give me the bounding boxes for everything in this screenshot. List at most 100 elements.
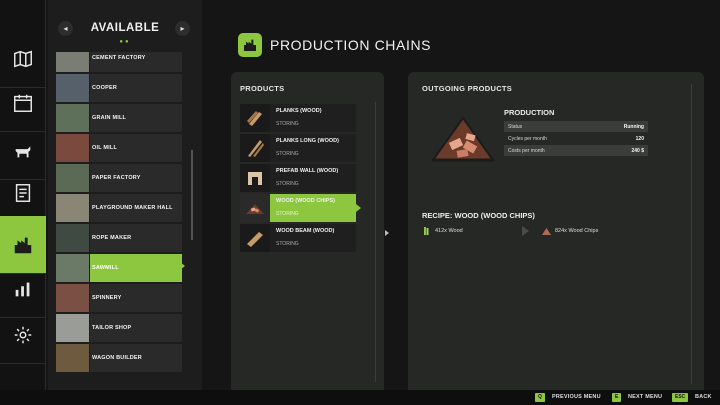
list-item[interactable]: OIL MILL xyxy=(56,134,182,162)
list-item[interactable]: PLAYGROUND MAKER HALL xyxy=(56,194,182,222)
list-item[interactable]: COOPER xyxy=(56,74,182,102)
back-button[interactable]: BACK xyxy=(695,394,712,400)
production-list-panel: ◂ AVAILABLE ▸ ●● CEMENT FACTORY COOPER G… xyxy=(48,0,202,390)
map-icon xyxy=(14,50,32,67)
prefab-wall-icon xyxy=(240,164,270,192)
outgoing-scrollbar[interactable] xyxy=(691,84,692,384)
calendar-icon xyxy=(14,94,32,112)
product-name: PREFAB WALL (WOOD) xyxy=(276,168,339,174)
production-list[interactable]: CEMENT FACTORY COOPER GRAIN MILL OIL MIL… xyxy=(56,52,182,374)
page-title: PRODUCTION CHAINS xyxy=(270,37,432,53)
main-menu-nav xyxy=(0,0,46,405)
next-menu-button[interactable]: NEXT MENU xyxy=(628,394,662,400)
list-item-label: ROPE MAKER xyxy=(92,235,132,241)
product-item[interactable]: PREFAB WALL (WOOD) STORING xyxy=(240,164,356,192)
production-thumbnail xyxy=(56,74,90,102)
planks-long-icon xyxy=(240,134,270,162)
list-item-label: PLAYGROUND MAKER HALL xyxy=(92,205,173,211)
stat-key: Cycles per month xyxy=(508,135,547,142)
product-item[interactable]: PLANKS LONG (WOOD) STORING xyxy=(240,134,356,162)
production-thumbnail xyxy=(56,194,90,222)
product-status: STORING xyxy=(276,151,299,157)
list-item-label: COOPER xyxy=(92,85,118,91)
stat-row-costs: Costs per month 240 $ xyxy=(504,145,648,156)
production-chain-icon xyxy=(238,33,262,57)
production-thumbnail xyxy=(56,284,90,312)
key-esc-badge[interactable]: ESC xyxy=(672,393,689,402)
product-name: WOOD BEAM (WOOD) xyxy=(276,228,335,234)
product-status: STORING xyxy=(276,211,299,217)
nav-settings[interactable] xyxy=(0,306,46,364)
wood-log-icon xyxy=(424,227,429,235)
product-status: STORING xyxy=(276,181,299,187)
list-item[interactable]: TAILOR SHOP xyxy=(56,314,182,342)
selection-arrow xyxy=(356,204,361,212)
recipe-output-label: 824x Wood Chips xyxy=(555,228,599,234)
production-thumbnail xyxy=(56,254,90,282)
chevron-right-icon: ▸ xyxy=(180,24,185,33)
stat-value: Running xyxy=(623,123,644,130)
page-header: PRODUCTION CHAINS xyxy=(238,32,431,58)
settings-icon xyxy=(14,326,32,343)
list-item[interactable]: SPINNERY xyxy=(56,284,182,312)
list-item-label: PAPER FACTORY xyxy=(92,175,141,181)
recipe-arrow-icon xyxy=(522,226,529,236)
stat-key: Costs per month xyxy=(508,147,545,154)
nav-contracts[interactable] xyxy=(0,164,46,222)
stats-icon xyxy=(15,282,30,296)
product-status: STORING xyxy=(276,241,299,247)
stat-value: 240 $ xyxy=(631,147,644,154)
outgoing-label: OUTGOING PRODUCTS xyxy=(422,84,513,93)
recipe-input: 412x Wood xyxy=(422,226,463,236)
list-item-label: WAGON BUILDER xyxy=(92,355,142,361)
page-dots: ●● xyxy=(119,39,131,45)
chevron-right-icon xyxy=(385,230,389,236)
products-panel: PRODUCTS PLANKS (WOOD) STORING PLANKS LO… xyxy=(231,72,384,390)
contract-icon xyxy=(15,183,31,202)
products-scrollbar[interactable] xyxy=(375,102,376,382)
production-thumbnail xyxy=(56,344,90,372)
stat-key: Status xyxy=(508,123,523,130)
production-thumbnail xyxy=(56,104,90,132)
list-item-label: CEMENT FACTORY xyxy=(92,55,146,61)
list-item-label: GRAIN MILL xyxy=(92,115,127,121)
list-item[interactable]: CEMENT FACTORY xyxy=(56,52,182,72)
list-item[interactable]: GRAIN MILL xyxy=(56,104,182,132)
key-q-badge[interactable]: Q xyxy=(535,393,545,402)
recipe-output: 824x Wood Chips xyxy=(542,226,598,236)
recipe-input-label: 412x Wood xyxy=(435,228,463,234)
wood-chips-icon xyxy=(431,116,495,162)
product-item-selected[interactable]: WOOD (WOOD CHIPS) STORING xyxy=(240,194,361,222)
product-status: STORING xyxy=(276,121,299,127)
stat-row-cycles: Cycles per month 120 xyxy=(504,133,648,144)
list-item[interactable]: ROPE MAKER xyxy=(56,224,182,252)
footer-bar: Q PREVIOUS MENU E NEXT MENU ESC BACK xyxy=(0,390,720,405)
next-page-button[interactable]: ▸ xyxy=(175,21,190,36)
list-item-label: SAWMILL xyxy=(92,265,119,271)
list-item-label: SPINNERY xyxy=(92,295,122,301)
list-item-label: TAILOR SHOP xyxy=(92,325,132,331)
production-thumbnail xyxy=(56,314,90,342)
previous-menu-button[interactable]: PREVIOUS MENU xyxy=(552,394,601,400)
recipe-title: RECIPE: WOOD (WOOD CHIPS) xyxy=(422,211,535,220)
product-item[interactable]: PLANKS (WOOD) STORING xyxy=(240,104,356,132)
list-item[interactable]: PAPER FACTORY xyxy=(56,164,182,192)
wood-chips-icon xyxy=(240,194,270,222)
outgoing-products-panel: OUTGOING PRODUCTS PRODUCTION Status Runn… xyxy=(408,72,704,390)
list-item-selected[interactable]: SAWMILL xyxy=(56,254,182,282)
list-scrollbar[interactable] xyxy=(191,150,193,240)
production-thumbnail xyxy=(56,52,90,72)
key-e-badge[interactable]: E xyxy=(612,393,622,402)
product-name: WOOD (WOOD CHIPS) xyxy=(276,198,335,204)
products-label: PRODUCTS xyxy=(240,84,285,93)
cow-icon xyxy=(15,145,31,157)
list-item-label: OIL MILL xyxy=(92,145,118,151)
list-item[interactable]: WAGON BUILDER xyxy=(56,344,182,372)
production-thumbnail xyxy=(56,134,90,162)
production-icon xyxy=(14,237,32,253)
wood-chips-icon xyxy=(542,228,551,235)
planks-icon xyxy=(240,104,270,132)
product-item[interactable]: WOOD BEAM (WOOD) STORING xyxy=(240,224,356,252)
production-thumbnail xyxy=(56,224,90,252)
stat-row-status: Status Running xyxy=(504,121,648,132)
